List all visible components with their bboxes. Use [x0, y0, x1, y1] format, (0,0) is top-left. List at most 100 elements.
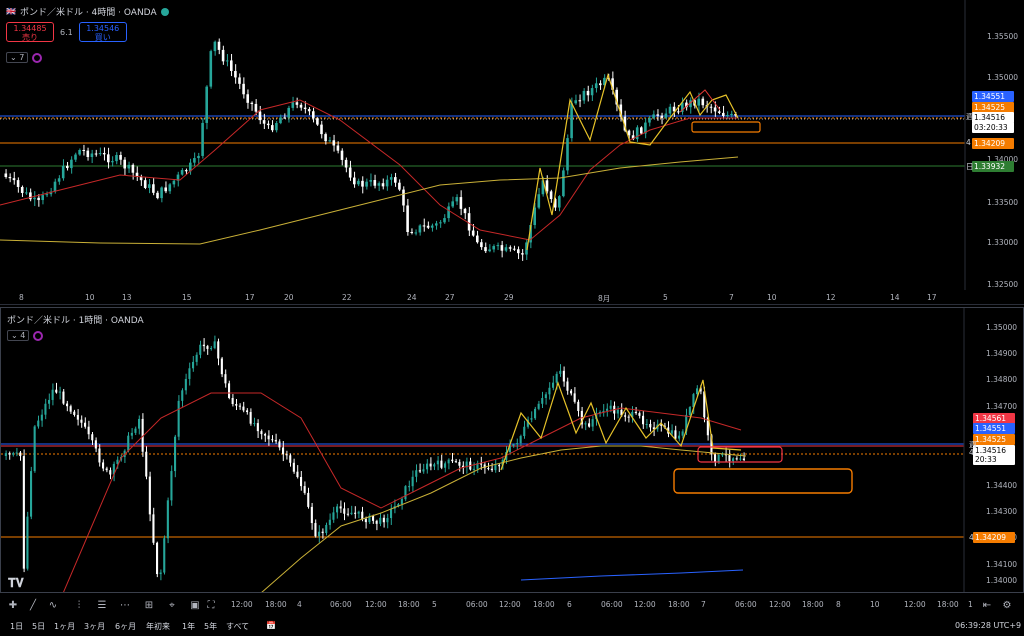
h1-candle: [487, 468, 490, 470]
indicator-toggle-1h[interactable]: ⌄ 4: [7, 330, 44, 341]
h4-candle: [111, 161, 114, 163]
range-button-0[interactable]: 1日: [10, 621, 23, 632]
h1-candle: [627, 416, 630, 418]
h4-candle: [29, 192, 32, 200]
range-button-1[interactable]: 5日: [32, 621, 45, 632]
h1-candle: [418, 470, 421, 472]
range-button-7[interactable]: 5年: [204, 621, 217, 632]
range-button-8[interactable]: すべて: [226, 621, 249, 632]
drawing-toolbar: 12:00 18:00 4 06:00 12:00 18:00 5 06:00 12:00 18:…: [0, 593, 1024, 619]
h4-candle: [107, 154, 110, 163]
chart-pane-4h[interactable]: 🇬🇧 ポンド／米ドル · 4時間 · OANDA 1.34485 売り 6.1 …: [0, 0, 1024, 305]
h4-candle: [12, 178, 16, 181]
range-button-6[interactable]: 1年: [182, 621, 195, 632]
h4-candle: [549, 191, 553, 200]
h1-candle: [490, 468, 493, 471]
chart-canvas-4h[interactable]: [0, 0, 1024, 305]
line-tag: 日: [966, 162, 974, 171]
range-button-5[interactable]: 年初来: [146, 621, 170, 632]
h4-candle: [512, 248, 516, 250]
h4-candle: [123, 159, 126, 169]
h1-candle: [242, 406, 245, 411]
h4-candle: [168, 184, 172, 192]
fib-icon[interactable]: ∿: [46, 599, 60, 613]
x-tick-label-1h: 5: [432, 600, 437, 609]
goto-icon[interactable]: ⇤: [980, 599, 994, 613]
h4-candle: [266, 123, 270, 126]
x-tick-label: 5: [663, 293, 668, 302]
h4-candle: [451, 201, 454, 207]
range-button-4[interactable]: 6ヶ月: [115, 621, 136, 632]
zoom-icon[interactable]: ⌖: [165, 599, 179, 613]
h4-candle: [394, 177, 397, 183]
h4-candle: [656, 114, 659, 116]
h1-candle: [588, 423, 591, 427]
lock-icon[interactable]: ⛶: [204, 599, 218, 613]
h4-candle: [459, 197, 463, 209]
y-tick-label: 1.33000: [987, 238, 1019, 247]
y-tick-label: 1.32500: [987, 280, 1019, 289]
h4-candle: [164, 187, 167, 192]
orange-target-box: [673, 468, 853, 494]
h1-candle: [62, 391, 65, 404]
x-tick-label-1h: 06:00: [601, 600, 623, 609]
h1-candle: [181, 390, 184, 401]
h1-candle: [732, 458, 735, 462]
range-button-2[interactable]: 1ヶ月: [54, 621, 75, 632]
chart-pane-1h[interactable]: ポンド／米ドル · 1時間 · OANDA ⌄ 4 1.35000 1.34900…: [0, 307, 1024, 593]
indicators-collapse-button[interactable]: ⌄ 7: [6, 52, 29, 63]
settings-icon[interactable]: ⚙: [1000, 599, 1014, 613]
indicator-toggle[interactable]: ⌄ 7: [6, 52, 43, 63]
pattern-icon[interactable]: ⫶: [72, 599, 86, 613]
h1-candle: [519, 436, 522, 444]
symbol-legend[interactable]: 🇬🇧 ポンド／米ドル · 4時間 · OANDA: [6, 5, 169, 18]
h1-candle: [264, 434, 267, 436]
ma-blue-line-1h: [520, 569, 744, 581]
h1-candle: [285, 454, 288, 456]
h1-candle: [231, 397, 234, 405]
h1-candle: [411, 476, 414, 487]
x-tick-label: 17: [245, 293, 255, 302]
calendar-icon[interactable]: 📅: [266, 621, 276, 630]
x-tick-label-1h: 06:00: [735, 600, 757, 609]
h4-candle: [279, 117, 282, 124]
brush-icon[interactable]: ☰: [95, 599, 109, 613]
h4-candle: [184, 170, 188, 172]
h4-candle: [574, 100, 577, 104]
h1-candle: [714, 454, 717, 462]
magnet-icon[interactable]: ▣: [188, 599, 202, 613]
h4-candle: [652, 114, 655, 119]
h4-candle: [566, 138, 569, 171]
h1-candle: [192, 361, 195, 369]
crosshair-icon[interactable]: ✚: [6, 599, 20, 613]
symbol-legend-1h[interactable]: ポンド／米ドル · 1時間 · OANDA: [7, 313, 144, 326]
h4-candle: [33, 197, 36, 200]
indicator-visibility-icon[interactable]: [32, 52, 43, 63]
x-tick-label-1h: 8: [836, 600, 841, 609]
range-button-3[interactable]: 3ヶ月: [84, 621, 105, 632]
ma-red-line-1h: [63, 392, 742, 592]
sell-button[interactable]: 1.34485 売り: [6, 22, 54, 42]
h4-candle: [307, 109, 311, 112]
h4-candle: [422, 225, 426, 227]
text-icon[interactable]: ⋯: [118, 599, 132, 613]
h4-candle: [201, 122, 204, 156]
h1-candle: [98, 448, 101, 463]
h1-candle: [296, 471, 299, 477]
h4-candle: [250, 102, 254, 104]
trend-line-icon[interactable]: ╱: [26, 599, 40, 613]
h1-candle: [361, 511, 364, 520]
indicator-visibility-icon-1h[interactable]: [33, 330, 44, 341]
chart-canvas-1h[interactable]: [1, 308, 1023, 592]
h1-candle: [328, 519, 331, 525]
buy-button[interactable]: 1.34546 買い: [78, 22, 127, 42]
h1-candle: [102, 462, 105, 469]
x-tick-label-1h: 12:00: [499, 600, 521, 609]
h4-candle: [504, 247, 508, 251]
x-tick-label-1h: 06:00: [466, 600, 488, 609]
indicators-collapse-button-1h[interactable]: ⌄ 4: [7, 330, 30, 341]
y-tick-label-1h: 1.34000: [986, 576, 1018, 585]
h1-candle: [512, 444, 515, 446]
line-tag-1h: 4: [969, 533, 974, 542]
measure-icon[interactable]: ⊞: [142, 599, 156, 613]
